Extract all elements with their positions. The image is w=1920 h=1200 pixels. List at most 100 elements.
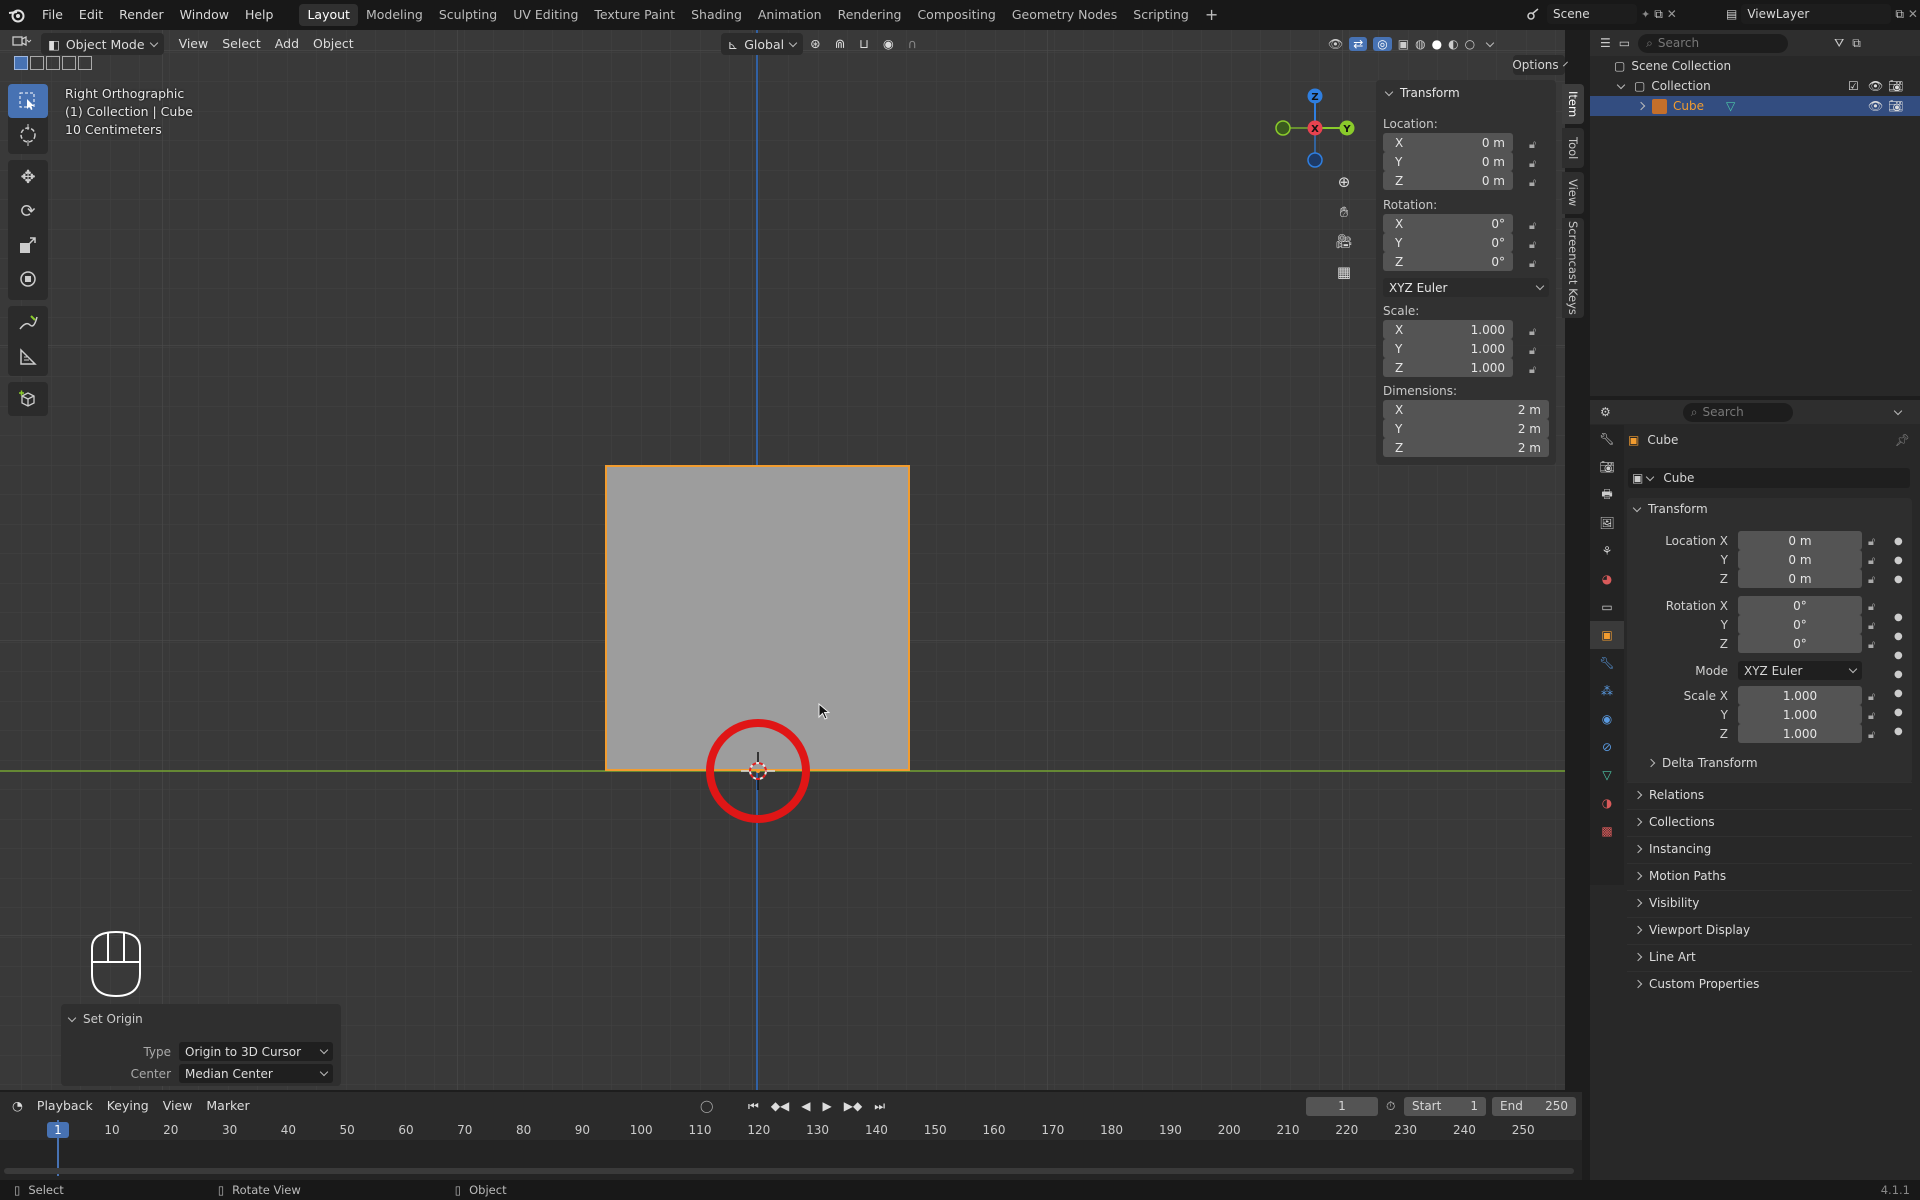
cursor-tool-icon[interactable] [8, 118, 48, 152]
play-reverse-icon[interactable]: ◀ [801, 1099, 810, 1114]
start-frame-field[interactable]: Start 1 [1404, 1096, 1486, 1116]
section-line-art[interactable]: Line Art [1627, 944, 1912, 968]
play-icon[interactable]: ▶ [823, 1099, 832, 1114]
transform-tool-icon[interactable] [8, 262, 48, 296]
current-frame-field[interactable]: 1 [1306, 1096, 1378, 1116]
select-new-icon[interactable] [14, 56, 28, 70]
data-tab-icon[interactable]: ▽ [1590, 761, 1624, 789]
prop-rotation-lock-icons[interactable]: 🔓︎ 🔓︎ 🔓︎ [1868, 597, 1875, 654]
tab-uv-editing[interactable]: UV Editing [505, 4, 586, 26]
solid-shading-icon[interactable]: ● [1432, 37, 1442, 51]
particles-tab-icon[interactable]: ⁂ [1590, 677, 1624, 705]
sidebar-tab-tool[interactable]: Tool [1562, 128, 1584, 168]
frame-ruler[interactable]: 10 20 30 40 50 60 70 80 90 100 110 120 130 140 150 160 1… [0, 1120, 1582, 1140]
editor-type-icon[interactable] [0, 31, 39, 57]
scale-z-field[interactable]: Z 1.000 [1383, 358, 1513, 377]
scale-x-field[interactable]: X 1.000 [1383, 320, 1513, 339]
prop-rotation-y-field[interactable]: 0° [1738, 615, 1862, 634]
menu-select[interactable]: Select [215, 31, 268, 57]
npanel-transform-header[interactable]: Transform [1384, 86, 1460, 100]
outliner-row-collection[interactable]: ▢ Collection ☑ 👁︎ 📷︎ [1614, 76, 1920, 96]
pivot-point-icon[interactable]: ⊛ [803, 31, 827, 57]
shading-options-chevron-icon[interactable] [1485, 38, 1495, 47]
new-view-layer-icon[interactable]: ⧉ [1895, 7, 1904, 22]
jump-end-icon[interactable]: ⏭ [874, 1099, 885, 1114]
timeline-editor-type-icon[interactable]: ◔ [0, 1093, 30, 1119]
tab-scripting[interactable]: Scripting [1125, 4, 1197, 26]
location-y-field[interactable]: Y 0 m [1383, 152, 1513, 171]
select-subtract-icon[interactable] [46, 56, 60, 70]
jump-keyframe-forward-icon[interactable]: ▶◆ [844, 1099, 862, 1114]
auto-keying-icon[interactable]: ◯ [700, 1099, 713, 1113]
object-name-field[interactable]: ▣ Cube [1628, 468, 1910, 488]
filter-icon[interactable]: ⛛ [1834, 36, 1844, 51]
tab-animation[interactable]: Animation [750, 4, 830, 26]
snap-icon[interactable]: ⋒ [828, 31, 852, 57]
sidebar-tab-screencast-keys[interactable]: Screencast Keys [1562, 218, 1584, 318]
measure-tool-icon[interactable] [8, 340, 48, 374]
falloff-icon[interactable]: ∩ [901, 31, 924, 57]
scale-tool-icon[interactable] [8, 228, 48, 262]
menu-view[interactable]: View [172, 31, 216, 57]
outliner-row-scene-collection[interactable]: ▢ Scene Collection [1614, 56, 1731, 76]
section-motion-paths[interactable]: Motion Paths [1627, 863, 1912, 887]
snap-target-icon[interactable]: ⊔ [852, 31, 876, 57]
select-extend-icon[interactable] [30, 56, 44, 70]
delete-scene-icon[interactable]: ✕ [1667, 7, 1677, 21]
prop-scale-z-field[interactable]: 1.000 [1738, 724, 1862, 743]
add-workspace-icon[interactable]: + [1197, 4, 1226, 26]
tab-rendering[interactable]: Rendering [830, 4, 910, 26]
texture-tab-icon[interactable]: ▩ [1590, 817, 1624, 845]
render-camera-icon[interactable]: 📷︎ [1888, 99, 1903, 113]
add-cube-tool-icon[interactable] [8, 382, 48, 416]
gizmo-toggle-icon[interactable]: ⇄ [1349, 37, 1368, 51]
select-box-tool-icon[interactable] [8, 84, 48, 118]
navigation-gizmo[interactable]: Z Y X [1270, 84, 1360, 170]
prop-rotation-z-field[interactable]: 0° [1738, 634, 1862, 653]
proportional-editing-icon[interactable]: ◉ [876, 31, 901, 57]
menu-window[interactable]: Window [172, 0, 237, 30]
dimensions-z-field[interactable]: Z 2 m [1383, 438, 1549, 457]
physics-tab-icon[interactable]: ◉ [1590, 705, 1624, 733]
rotation-x-field[interactable]: X 0° [1383, 214, 1513, 233]
rotation-z-field[interactable]: Z 0° [1383, 252, 1513, 271]
rendered-shading-icon[interactable]: ○ [1465, 37, 1475, 51]
rotate-tool-icon[interactable]: ⟳ [8, 194, 48, 228]
material-tab-icon[interactable]: ◑ [1590, 789, 1624, 817]
view-layer-field[interactable]: ViewLayer [1741, 4, 1892, 24]
scene-tab-icon[interactable]: ⚘ [1590, 537, 1624, 565]
prop-location-y-field[interactable]: 0 m [1738, 550, 1862, 569]
menu-file[interactable]: File [34, 0, 71, 30]
end-frame-field[interactable]: End 250 [1492, 1096, 1576, 1116]
material-shading-icon[interactable]: ◐ [1448, 37, 1458, 51]
tab-sculpting[interactable]: Sculpting [431, 4, 505, 26]
dimensions-x-field[interactable]: X 2 m [1383, 400, 1549, 419]
pan-hand-icon[interactable]: ✋︎ [1331, 200, 1357, 224]
outliner-search-input[interactable]: ⌕ Search [1638, 33, 1789, 53]
location-x-field[interactable]: X 0 m [1383, 133, 1513, 152]
wireframe-shading-icon[interactable]: ◍ [1415, 37, 1425, 51]
display-mode-icon[interactable]: ▭ [1619, 36, 1630, 50]
object-tab-icon[interactable]: ▣ [1590, 621, 1624, 649]
hide-eye-icon[interactable]: 👁︎ [1868, 99, 1883, 113]
tab-layout[interactable]: Layout [299, 4, 358, 26]
menu-timeline-view[interactable]: View [156, 1093, 200, 1119]
location-lock-icons[interactable]: 🔓︎ 🔓︎ 🔓︎ [1529, 135, 1536, 192]
constraints-tab-icon[interactable]: ⊘ [1590, 733, 1624, 761]
prop-location-z-field[interactable]: 0 m [1738, 569, 1862, 588]
outliner-editor-type-icon[interactable]: ☰ [1600, 36, 1611, 50]
prop-location-lock-icons[interactable]: 🔓︎ 🔓︎ 🔓︎ [1868, 532, 1875, 589]
delta-transform-row[interactable]: Delta Transform [1646, 756, 1758, 770]
prop-scale-lock-icons[interactable]: 🔓︎ 🔓︎ 🔓︎ [1868, 687, 1875, 744]
select-intersect-icon[interactable] [78, 56, 92, 70]
origin-type-dropdown[interactable]: Origin to 3D Cursor [179, 1042, 333, 1061]
prop-scale-y-field[interactable]: 1.000 [1738, 705, 1862, 724]
pin-scene-icon[interactable]: ✦ [1641, 8, 1650, 21]
scale-y-field[interactable]: Y 1.000 [1383, 339, 1513, 358]
outliner-row-cube[interactable]: Cube ▽ 👁︎ 📷︎ [1590, 96, 1920, 116]
visibility-icon[interactable]: 👁︎ [1328, 37, 1343, 51]
playhead-label[interactable]: 1 [47, 1122, 69, 1138]
render-tab-icon[interactable]: 📷︎ [1590, 453, 1624, 481]
zoom-icon[interactable]: ⊕ [1331, 170, 1357, 194]
annotate-tool-icon[interactable] [8, 306, 48, 340]
